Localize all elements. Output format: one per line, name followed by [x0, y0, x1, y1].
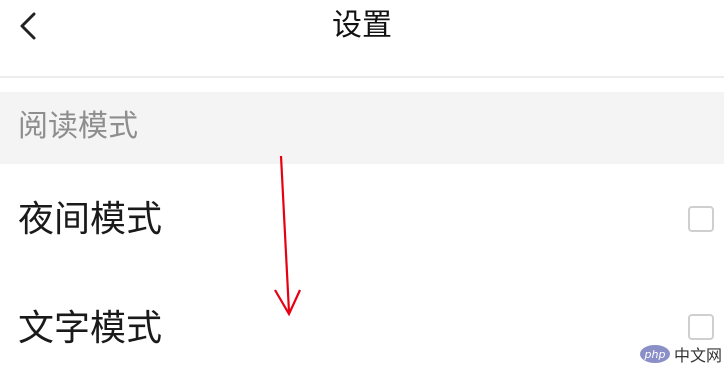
app-header: 设置 [0, 0, 724, 78]
php-logo-icon: php [640, 345, 670, 363]
watermark: php 中文网 [640, 344, 723, 365]
page-title: 设置 [332, 8, 392, 43]
night-mode-label: 夜间模式 [18, 199, 163, 240]
setting-row-text-mode[interactable]: 文字模式 [0, 264, 724, 364]
text-mode-checkbox[interactable] [688, 314, 714, 340]
section-header-reading-mode: 阅读模式 [0, 92, 724, 164]
setting-row-night-mode[interactable]: 夜间模式 [0, 164, 724, 264]
night-mode-checkbox[interactable] [688, 206, 714, 232]
text-mode-label: 文字模式 [18, 308, 163, 349]
watermark-text: 中文网 [674, 346, 723, 365]
section-label: 阅读模式 [18, 109, 138, 144]
